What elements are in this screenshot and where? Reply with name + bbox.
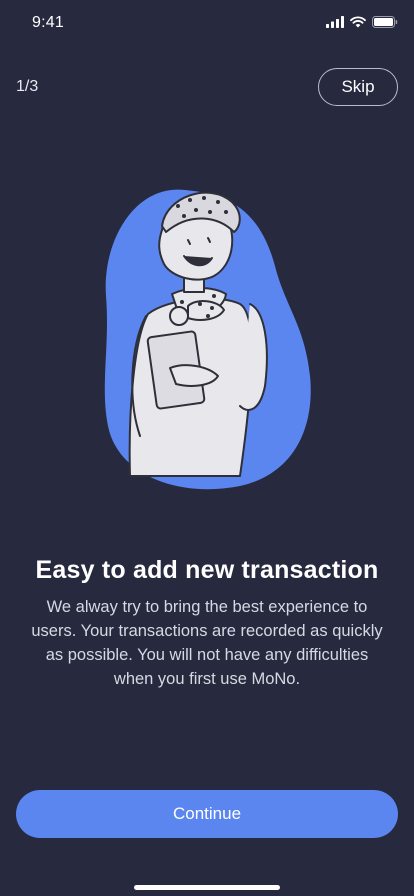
page-indicator: 1/3 — [16, 78, 39, 95]
person-holding-notebook-illustration — [104, 189, 311, 490]
status-icons — [326, 16, 398, 28]
wifi-icon — [350, 16, 366, 28]
battery-icon — [372, 16, 398, 28]
skip-button[interactable]: Skip — [318, 68, 398, 106]
continue-button[interactable]: Continue — [16, 790, 398, 838]
status-bar: 9:41 — [0, 0, 414, 48]
onboarding-title: Easy to add new transaction — [35, 556, 379, 584]
signal-icon — [326, 16, 344, 28]
onboarding-description: We alway try to bring the best experienc… — [31, 598, 383, 688]
status-time: 9:41 — [32, 14, 64, 31]
home-indicator — [134, 885, 280, 890]
